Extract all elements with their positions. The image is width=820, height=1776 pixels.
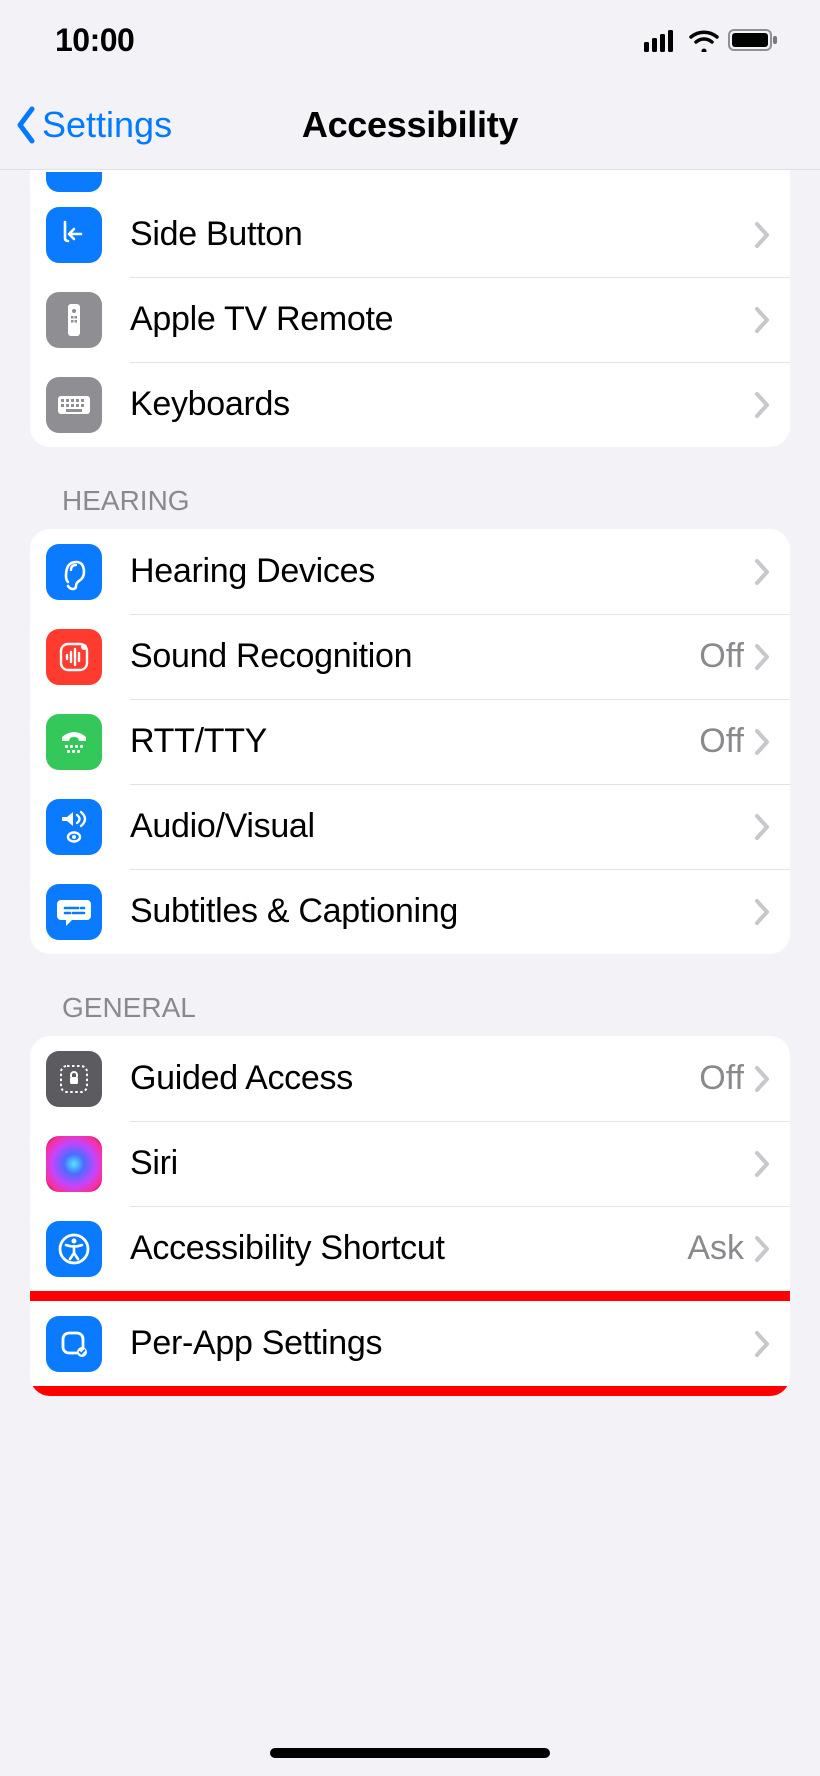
chevron-left-icon: [14, 105, 38, 145]
chevron-right-icon: [754, 1235, 770, 1263]
row-value: Off: [699, 637, 744, 676]
battery-icon: [728, 28, 780, 52]
chevron-right-icon: [754, 813, 770, 841]
row-audio-visual[interactable]: Audio/Visual: [30, 784, 790, 869]
home-indicator: [270, 1748, 550, 1758]
chevron-right-icon: [754, 391, 770, 419]
highlight-box: Per-App Settings: [30, 1291, 790, 1396]
chevron-right-icon: [754, 643, 770, 671]
row-label: Subtitles & Captioning: [130, 892, 754, 931]
row-accessibility-shortcut[interactable]: Accessibility Shortcut Ask: [30, 1206, 790, 1291]
row-rtt-tty[interactable]: RTT/TTY Off: [30, 699, 790, 784]
section-header-general: GENERAL: [30, 954, 790, 1036]
row-label: Guided Access: [130, 1059, 699, 1098]
row-label: Apple TV Remote: [130, 300, 754, 339]
keyboard-icon: [46, 377, 102, 433]
row-label: Keyboards: [130, 385, 754, 424]
page-title: Accessibility: [302, 104, 518, 146]
row-label: Hearing Devices: [130, 552, 754, 591]
row-apple-tv-remote[interactable]: Apple TV Remote: [30, 277, 790, 362]
chevron-right-icon: [754, 1330, 770, 1358]
chevron-right-icon: [754, 728, 770, 756]
row-value: Off: [699, 722, 744, 761]
wifi-icon: [688, 28, 720, 52]
row-label: RTT/TTY: [130, 722, 699, 761]
chevron-right-icon: [754, 1150, 770, 1178]
status-bar: 10:00: [0, 0, 820, 80]
row-side-button[interactable]: Side Button: [30, 192, 790, 277]
row-label: Per-App Settings: [130, 1324, 754, 1363]
chevron-right-icon: [754, 1065, 770, 1093]
settings-group-hearing: Hearing Devices Sound Recognition Off: [30, 529, 790, 954]
ear-icon: [46, 544, 102, 600]
status-time: 10:00: [55, 22, 134, 59]
chevron-right-icon: [754, 306, 770, 334]
nav-bar: Settings Accessibility: [0, 80, 820, 170]
back-button[interactable]: Settings: [14, 104, 172, 146]
section-header-hearing: HEARING: [30, 447, 790, 529]
sound-recognition-icon: [46, 629, 102, 685]
row-siri[interactable]: Siri: [30, 1121, 790, 1206]
row-hearing-devices[interactable]: Hearing Devices: [30, 529, 790, 614]
row-sound-recognition[interactable]: Sound Recognition Off: [30, 614, 790, 699]
per-app-icon: [46, 1316, 102, 1372]
guided-access-icon: [46, 1051, 102, 1107]
audio-visual-icon: [46, 799, 102, 855]
tty-icon: [46, 714, 102, 770]
row-value: Off: [699, 1059, 744, 1098]
partial-row: [30, 170, 790, 192]
side-button-icon: [46, 207, 102, 263]
row-label: Accessibility Shortcut: [130, 1229, 687, 1268]
accessibility-icon: [46, 1221, 102, 1277]
captions-icon: [46, 884, 102, 940]
row-label: Audio/Visual: [130, 807, 754, 846]
chevron-right-icon: [754, 558, 770, 586]
row-label: Siri: [130, 1144, 754, 1183]
settings-group-general: Guided Access Off Siri Accessibility Sho…: [30, 1036, 790, 1396]
row-keyboards[interactable]: Keyboards: [30, 362, 790, 447]
status-icons: [644, 28, 780, 52]
settings-group-physical: Side Button Apple TV Remote: [30, 170, 790, 447]
cellular-icon: [644, 28, 680, 52]
siri-icon: [46, 1136, 102, 1192]
chevron-right-icon: [754, 221, 770, 249]
row-value: Ask: [687, 1229, 744, 1268]
partial-icon: [46, 172, 102, 192]
row-per-app-settings[interactable]: Per-App Settings: [30, 1301, 790, 1386]
chevron-right-icon: [754, 898, 770, 926]
back-label: Settings: [42, 104, 172, 146]
apple-tv-remote-icon: [46, 292, 102, 348]
row-guided-access[interactable]: Guided Access Off: [30, 1036, 790, 1121]
row-subtitles[interactable]: Subtitles & Captioning: [30, 869, 790, 954]
row-label: Side Button: [130, 215, 754, 254]
row-label: Sound Recognition: [130, 637, 699, 676]
